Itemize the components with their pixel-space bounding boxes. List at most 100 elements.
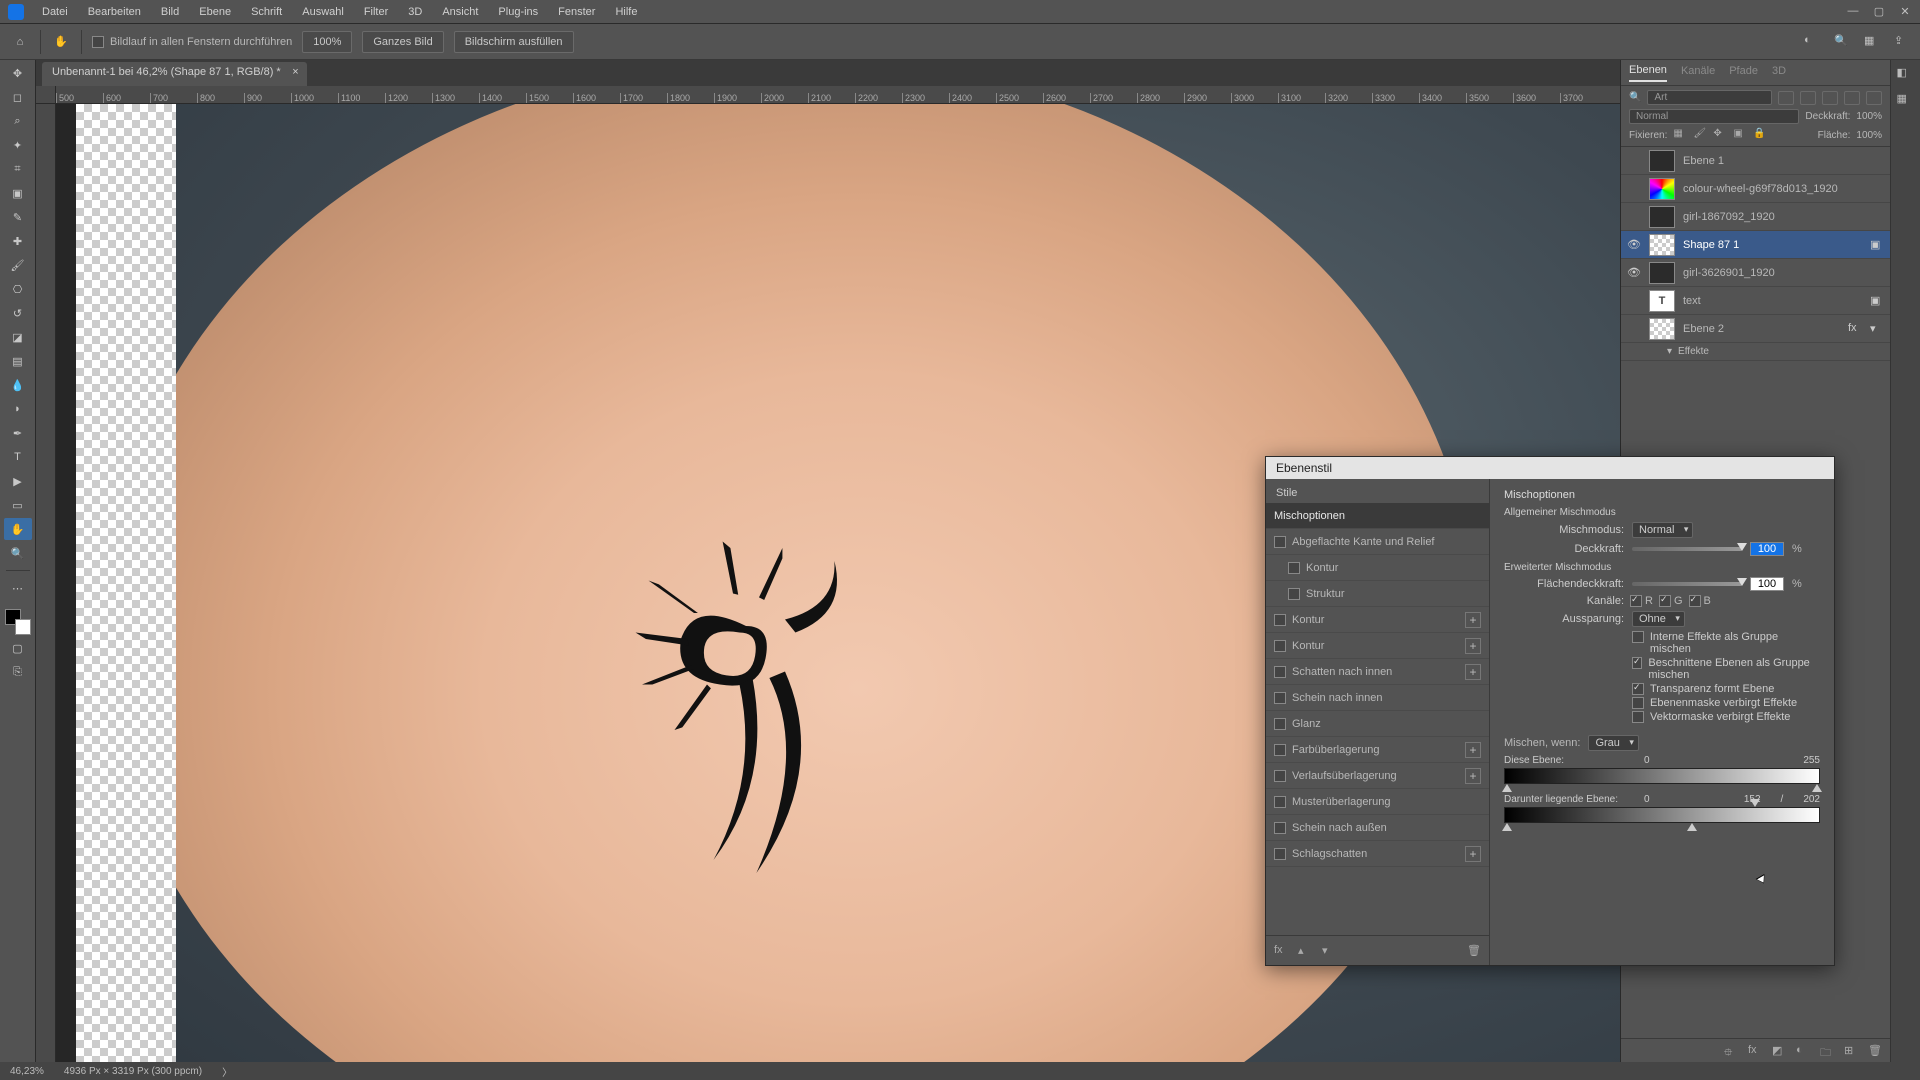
menu-help[interactable]: Hilfe	[607, 4, 645, 20]
style-checkbox[interactable]	[1288, 588, 1300, 600]
eraser-tool[interactable]: ◪	[4, 326, 32, 348]
fx-menu-icon[interactable]: fx	[1274, 944, 1288, 958]
filter-kind-select[interactable]: Art	[1647, 90, 1772, 105]
screenmode-button[interactable]: ⎘	[4, 661, 32, 683]
stamp-tool[interactable]: ⎔	[4, 278, 32, 300]
lock-position-icon[interactable]: ✥	[1713, 128, 1727, 142]
visibility-toggle[interactable]: 👁	[1627, 238, 1641, 251]
dodge-tool[interactable]: ◗	[4, 398, 32, 420]
blend-mode-select[interactable]: Normal	[1629, 109, 1799, 124]
style-checkbox[interactable]	[1274, 744, 1286, 756]
knockout-select[interactable]: Ohne	[1632, 611, 1685, 627]
gradient-tool[interactable]: ▤	[4, 350, 32, 372]
chk-lmask[interactable]	[1632, 697, 1644, 709]
color-panel-icon[interactable]: ◧	[1897, 66, 1915, 84]
fill-value[interactable]: 100%	[1856, 130, 1882, 141]
link-layers-icon[interactable]: ⯐	[1724, 1044, 1738, 1058]
dialog-titlebar[interactable]: Ebenenstil	[1266, 457, 1834, 479]
edit-toolbar-button[interactable]: ⋯	[4, 577, 32, 599]
fill-screen-button[interactable]: Bildschirm ausfüllen	[454, 31, 574, 53]
blendmode-select[interactable]: Normal	[1632, 522, 1693, 538]
home-icon[interactable]: ⌂	[10, 32, 30, 52]
this-layer-slider[interactable]	[1504, 768, 1820, 784]
tab-layers[interactable]: Ebenen	[1629, 64, 1667, 82]
opacity-value[interactable]: 100%	[1856, 111, 1882, 122]
scroll-all-checkbox[interactable]	[92, 36, 104, 48]
chevron-down-icon[interactable]: ▾	[1870, 322, 1884, 336]
style-item[interactable]: Schlagschatten+	[1266, 841, 1489, 867]
style-up-icon[interactable]: ▴	[1298, 944, 1312, 958]
status-zoom[interactable]: 46,23%	[10, 1066, 44, 1077]
history-brush-tool[interactable]: ↺	[4, 302, 32, 324]
style-checkbox[interactable]	[1274, 822, 1286, 834]
filter-smart-icon[interactable]	[1866, 91, 1882, 105]
style-item[interactable]: Verlaufsüberlagerung+	[1266, 763, 1489, 789]
visibility-toggle[interactable]: 👁	[1627, 266, 1641, 279]
style-checkbox[interactable]	[1274, 796, 1286, 808]
search-icon[interactable]: 🔍	[1834, 34, 1850, 50]
workspace-icon[interactable]: ▦	[1864, 34, 1880, 50]
style-checkbox[interactable]	[1274, 848, 1286, 860]
fillop-input[interactable]	[1750, 577, 1784, 591]
add-effect-button[interactable]: +	[1465, 742, 1481, 758]
layer-row[interactable]: colour-wheel-g69f78d013_1920	[1621, 175, 1890, 203]
hand-tool[interactable]: ✋	[4, 518, 32, 540]
chk-inner[interactable]	[1632, 631, 1644, 643]
menu-view[interactable]: Ansicht	[434, 4, 486, 20]
style-item[interactable]: Schein nach innen	[1266, 685, 1489, 711]
menu-type[interactable]: Schrift	[243, 4, 290, 20]
style-item[interactable]: Farbüberlagerung+	[1266, 737, 1489, 763]
add-effect-button[interactable]: +	[1465, 846, 1481, 862]
channel-b-checkbox[interactable]	[1689, 595, 1701, 607]
wand-tool[interactable]: ✦	[4, 134, 32, 156]
tab-paths[interactable]: Pfade	[1729, 65, 1758, 81]
menu-plugins[interactable]: Plug-ins	[490, 4, 546, 20]
background-swatch[interactable]	[15, 619, 31, 635]
filter-search-icon[interactable]: 🔍	[1629, 92, 1641, 103]
menu-image[interactable]: Bild	[153, 4, 187, 20]
filter-adjust-icon[interactable]	[1800, 91, 1816, 105]
style-checkbox[interactable]	[1274, 614, 1286, 626]
layer-row[interactable]: girl-1867092_1920	[1621, 203, 1890, 231]
maximize-button[interactable]: ▢	[1872, 5, 1886, 19]
eyedropper-tool[interactable]: ✎	[4, 206, 32, 228]
menu-window[interactable]: Fenster	[550, 4, 603, 20]
menu-select[interactable]: Auswahl	[294, 4, 352, 20]
menu-filter[interactable]: Filter	[356, 4, 396, 20]
layer-row[interactable]: Ebene 2fx▾	[1621, 315, 1890, 343]
under-layer-slider[interactable]	[1504, 807, 1820, 823]
menu-file[interactable]: Datei	[34, 4, 76, 20]
style-item[interactable]: Schein nach außen	[1266, 815, 1489, 841]
color-swatches[interactable]	[5, 609, 31, 635]
zoom-100-button[interactable]: 100%	[302, 31, 352, 53]
layer-row[interactable]: Ebene 1	[1621, 147, 1890, 175]
chk-vmask[interactable]	[1632, 711, 1644, 723]
style-item[interactable]: Struktur	[1266, 581, 1489, 607]
share-icon[interactable]: ⇪	[1894, 34, 1910, 50]
layer-row[interactable]: 👁girl-3626901_1920	[1621, 259, 1890, 287]
style-checkbox[interactable]	[1274, 666, 1286, 678]
fit-screen-button[interactable]: Ganzes Bild	[362, 31, 443, 53]
style-checkbox[interactable]	[1274, 536, 1286, 548]
filter-shape-icon[interactable]	[1844, 91, 1860, 105]
style-down-icon[interactable]: ▾	[1322, 944, 1336, 958]
menu-edit[interactable]: Bearbeiten	[80, 4, 149, 20]
new-group-icon[interactable]: 🗀	[1820, 1044, 1834, 1058]
minimize-button[interactable]: —	[1846, 5, 1860, 19]
healing-tool[interactable]: ✚	[4, 230, 32, 252]
layer-row[interactable]: 👁Shape 87 1▣	[1621, 231, 1890, 259]
zoom-tool[interactable]: 🔍	[4, 542, 32, 564]
layer-row[interactable]: Ttext▣	[1621, 287, 1890, 315]
frame-tool[interactable]: ▣	[4, 182, 32, 204]
add-effect-button[interactable]: +	[1465, 638, 1481, 654]
layer-effects-row[interactable]: ▾ Effekte	[1621, 343, 1890, 361]
style-item[interactable]: Schatten nach innen+	[1266, 659, 1489, 685]
delete-layer-icon[interactable]: 🗑	[1868, 1044, 1882, 1058]
style-item[interactable]: Kontur+	[1266, 607, 1489, 633]
hand-tool-icon[interactable]: ✋	[51, 32, 71, 52]
lasso-tool[interactable]: ⌕	[4, 110, 32, 132]
chk-trans[interactable]	[1632, 683, 1644, 695]
adjustment-layer-icon[interactable]: ◐	[1796, 1044, 1810, 1058]
status-chevron-icon[interactable]: 〉	[222, 1064, 232, 1079]
style-checkbox[interactable]	[1274, 770, 1286, 782]
